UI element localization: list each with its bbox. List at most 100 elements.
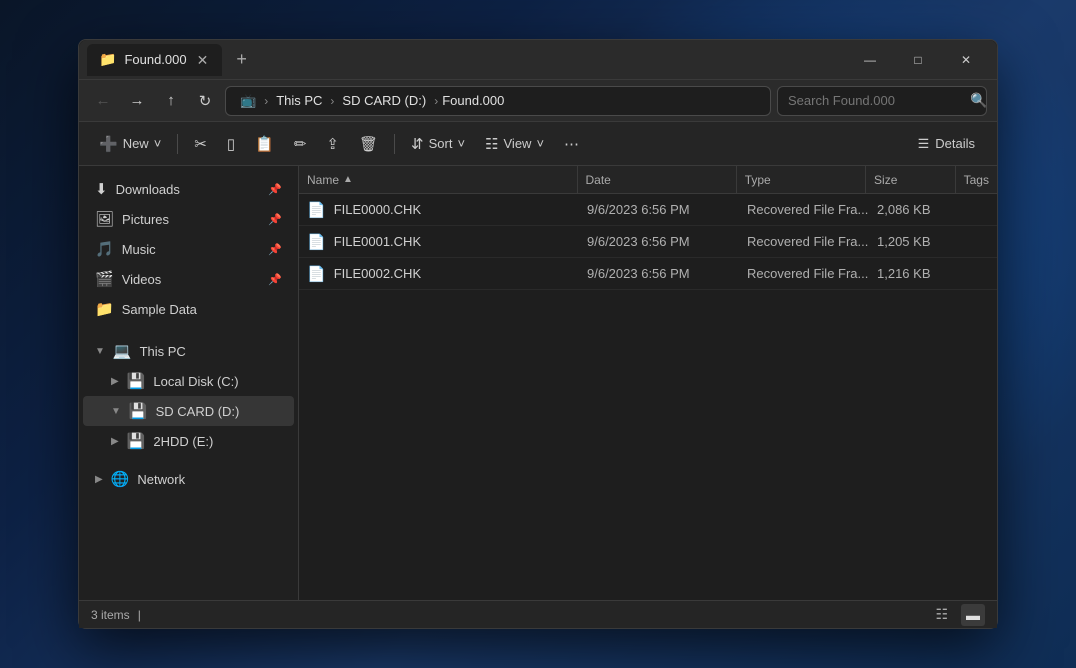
local-disk-icon: 💾 bbox=[127, 372, 146, 390]
details-button[interactable]: ☰ Details bbox=[908, 131, 985, 157]
maximize-button[interactable]: □ bbox=[895, 44, 941, 76]
file-size-cell: 2,086 KB bbox=[869, 194, 959, 225]
sidebar-item-music[interactable]: 🎵 Music 📌 bbox=[83, 234, 294, 264]
sidebar: ⬇ Downloads 📌 🖼 Pictures 📌 🎵 Music 📌 🎬 V… bbox=[79, 166, 299, 600]
paste-button[interactable]: 📋 bbox=[247, 128, 282, 160]
rename-button[interactable]: ✏ bbox=[286, 128, 315, 160]
up-button[interactable]: ↑ bbox=[157, 87, 185, 115]
copy-button[interactable]: ▯ bbox=[219, 128, 243, 160]
search-input[interactable] bbox=[788, 93, 964, 108]
file-chk-icon: 📄 bbox=[307, 265, 326, 283]
refresh-button[interactable]: ↻ bbox=[191, 87, 219, 115]
sample-data-icon: 📁 bbox=[95, 300, 114, 318]
back-button[interactable]: ← bbox=[89, 87, 117, 115]
col-header-type[interactable]: Type bbox=[737, 166, 866, 193]
file-size-cell: 1,216 KB bbox=[869, 258, 959, 289]
sidebar-item-2hdd[interactable]: ▶ 💾 2HDD (E:) bbox=[83, 426, 294, 456]
sidebar-item-network[interactable]: ▶ 🌐 Network bbox=[83, 464, 294, 494]
sd-card-icon: 💾 bbox=[129, 402, 148, 420]
new-label: New bbox=[123, 136, 149, 151]
view-button[interactable]: ☷ View ˅ bbox=[477, 128, 552, 160]
table-row[interactable]: 📄 FILE0001.CHK 9/6/2023 6:56 PM Recovere… bbox=[299, 226, 997, 258]
file-name-cell: 📄 FILE0002.CHK bbox=[299, 258, 579, 289]
sidebar-item-pictures[interactable]: 🖼 Pictures 📌 bbox=[83, 204, 294, 234]
close-button[interactable]: ✕ bbox=[943, 44, 989, 76]
sidebar-item-sd-card[interactable]: ▼ 💾 SD CARD (D:) bbox=[83, 396, 294, 426]
col-header-date[interactable]: Date bbox=[578, 166, 737, 193]
cut-button[interactable]: ✂ bbox=[186, 128, 215, 160]
sidebar-thispc-label: This PC bbox=[140, 344, 186, 359]
table-row[interactable]: 📄 FILE0000.CHK 9/6/2023 6:56 PM Recovere… bbox=[299, 194, 997, 226]
new-button[interactable]: ➕ New ˅ bbox=[91, 128, 169, 160]
network-icon: 🌐 bbox=[111, 470, 130, 488]
file-tags-cell bbox=[959, 226, 997, 257]
active-tab[interactable]: 📁 Found.000 ✕ bbox=[87, 44, 222, 76]
search-icon-button[interactable]: 🔍 bbox=[970, 92, 987, 109]
file-name: FILE0002.CHK bbox=[334, 266, 421, 281]
sidebar-item-downloads[interactable]: ⬇ Downloads 📌 bbox=[83, 174, 294, 204]
address-current-folder: Found.000 bbox=[442, 93, 504, 108]
address-drive[interactable]: SD CARD (D:) bbox=[338, 91, 430, 110]
breadcrumb-sep-3: › bbox=[434, 94, 438, 108]
tab-folder-icon: 📁 bbox=[99, 51, 116, 68]
sep-1 bbox=[177, 134, 178, 154]
hdd-expand-arrow: ▶ bbox=[111, 436, 119, 447]
sort-icon: ⇵ bbox=[411, 135, 424, 153]
main-content: ⬇ Downloads 📌 🖼 Pictures 📌 🎵 Music 📌 🎬 V… bbox=[79, 166, 997, 600]
window-controls: — □ ✕ bbox=[847, 44, 989, 76]
sdcard-expand-arrow: ▼ bbox=[111, 406, 121, 417]
forward-button[interactable]: → bbox=[123, 87, 151, 115]
sidebar-downloads-label: Downloads bbox=[116, 182, 180, 197]
new-icon: ➕ bbox=[99, 135, 118, 153]
share-button[interactable]: ⇪ bbox=[318, 128, 347, 160]
file-date-cell: 9/6/2023 6:56 PM bbox=[579, 226, 739, 257]
pin-icon-videos: 📌 bbox=[268, 273, 282, 286]
sidebar-network-label: Network bbox=[137, 472, 185, 487]
videos-icon: 🎬 bbox=[95, 270, 114, 288]
col-header-size[interactable]: Size bbox=[866, 166, 956, 193]
rename-icon: ✏ bbox=[294, 135, 307, 153]
address-thispc-label[interactable]: This PC bbox=[272, 91, 326, 110]
file-date-cell: 9/6/2023 6:56 PM bbox=[579, 258, 739, 289]
delete-button[interactable]: 🗑 bbox=[351, 128, 386, 160]
list-view-button[interactable]: ☷ bbox=[930, 603, 953, 626]
sidebar-item-local-disk[interactable]: ▶ 💾 Local Disk (C:) bbox=[83, 366, 294, 396]
address-bar-row: ← → ↑ ↻ 📺 › This PC › SD CARD (D:) › Fou… bbox=[79, 80, 997, 122]
cut-icon: ✂ bbox=[194, 135, 207, 153]
col-header-name[interactable]: Name ▲ bbox=[299, 166, 578, 193]
sort-button[interactable]: ⇵ Sort ˅ bbox=[403, 128, 473, 160]
sidebar-item-thispc[interactable]: ▼ 💻 This PC bbox=[83, 336, 294, 366]
file-tags-cell bbox=[959, 194, 997, 225]
hdd-icon: 💾 bbox=[127, 432, 146, 450]
pictures-icon: 🖼 bbox=[95, 210, 114, 228]
status-bar: 3 items | ☷ ▬ bbox=[79, 600, 997, 628]
file-area: Name ▲ Date Type Size Tags 📄 bbox=[299, 166, 997, 600]
network-expand-arrow: ▶ bbox=[95, 474, 103, 485]
localdisk-expand-arrow: ▶ bbox=[111, 376, 119, 387]
file-tags-cell bbox=[959, 258, 997, 289]
sort-dropdown-arrow: ˅ bbox=[457, 136, 465, 151]
view-label: View bbox=[504, 136, 532, 151]
sidebar-videos-label: Videos bbox=[122, 272, 162, 287]
minimize-button[interactable]: — bbox=[847, 44, 893, 76]
toolbar: ➕ New ˅ ✂ ▯ 📋 ✏ ⇪ 🗑 ⇵ Sort ˅ ☷ bbox=[79, 122, 997, 166]
tab-close-button[interactable]: ✕ bbox=[195, 53, 211, 67]
explorer-window: 📁 Found.000 ✕ + — □ ✕ ← → ↑ ↻ 📺 › This P… bbox=[78, 39, 998, 629]
file-size-cell: 1,205 KB bbox=[869, 226, 959, 257]
address-bar[interactable]: 📺 › This PC › SD CARD (D:) › Found.000 bbox=[225, 86, 771, 116]
new-tab-button[interactable]: + bbox=[230, 49, 253, 70]
table-row[interactable]: 📄 FILE0002.CHK 9/6/2023 6:56 PM Recovere… bbox=[299, 258, 997, 290]
sidebar-sample-data-label: Sample Data bbox=[122, 302, 197, 317]
file-type-cell: Recovered File Fra... bbox=[739, 258, 869, 289]
sidebar-item-videos[interactable]: 🎬 Videos 📌 bbox=[83, 264, 294, 294]
sidebar-item-sample-data[interactable]: 📁 Sample Data bbox=[83, 294, 294, 324]
search-bar[interactable]: 🔍 bbox=[777, 86, 987, 116]
sort-arrow-name: ▲ bbox=[343, 174, 353, 185]
more-button[interactable]: ⋯ bbox=[556, 128, 587, 160]
address-thispc[interactable]: 📺 bbox=[236, 91, 260, 111]
details-view-button[interactable]: ▬ bbox=[961, 604, 985, 626]
thispc-icon: 💻 bbox=[113, 342, 132, 360]
view-dropdown-arrow: ˅ bbox=[536, 136, 544, 151]
col-header-tags[interactable]: Tags bbox=[956, 166, 997, 193]
file-name: FILE0001.CHK bbox=[334, 234, 421, 249]
